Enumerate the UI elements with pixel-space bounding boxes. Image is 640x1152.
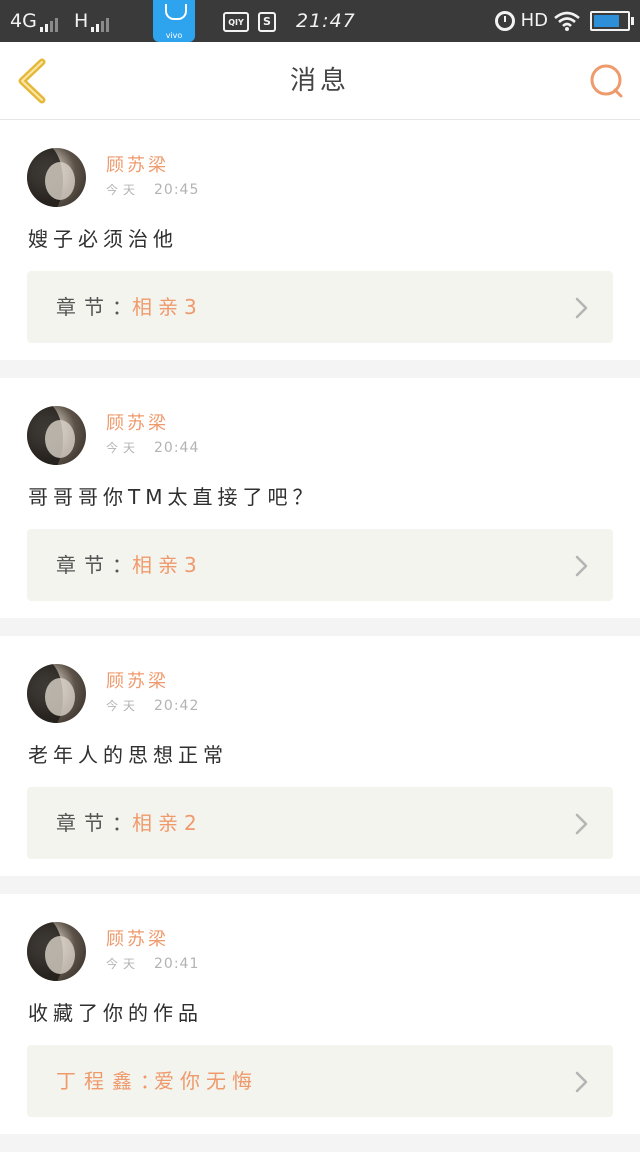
chapter-label: 章节： <box>56 811 140 835</box>
app-header: 消息 <box>0 42 640 120</box>
network-h-label: H <box>74 10 89 32</box>
chapter-label: 章节： <box>56 553 140 577</box>
chapter-label: 章节： <box>56 295 140 319</box>
message-time: 20:44 <box>154 440 200 456</box>
message-card: 顾苏梁 今天 20:45 嫂子必须治他 章节： 相亲3 <box>0 120 640 360</box>
search-button[interactable] <box>588 62 626 100</box>
message-time: 20:45 <box>154 182 200 198</box>
message-day: 今天 <box>106 183 141 197</box>
message-list: 顾苏梁 今天 20:45 嫂子必须治他 章节： 相亲3 顾苏梁 今天 20:44 哥… <box>0 120 640 1152</box>
network-h: H <box>74 10 110 32</box>
signal-bars-icon <box>39 16 58 32</box>
message-card: 顾苏梁 今天 20:41 收藏了你的作品 丁程鑫： 爱你无悔 <box>0 894 640 1134</box>
avatar[interactable] <box>27 922 86 981</box>
avatar[interactable] <box>27 406 86 465</box>
vivo-label: vivo <box>165 31 183 40</box>
comment-text: 嫂子必须治他 <box>28 227 178 251</box>
message-day: 今天 <box>106 957 141 971</box>
iqiyi-icon-label: QIY <box>228 18 244 27</box>
chevron-right-icon <box>575 297 588 319</box>
hd-label: HD <box>520 10 548 31</box>
iqiyi-notification-icon: QIY <box>223 12 249 32</box>
message-time: 20:42 <box>154 698 200 714</box>
network-4g: 4G <box>10 10 58 32</box>
message-timestamp: 今天 20:41 <box>106 954 199 974</box>
s-notification-icon: S <box>258 12 276 32</box>
search-icon <box>590 64 623 98</box>
s-icon-label: S <box>263 15 271 28</box>
chapter-link[interactable]: 章节： 相亲2 <box>27 787 613 859</box>
status-right: HD <box>494 8 634 34</box>
chevron-right-icon <box>575 1071 588 1093</box>
wifi-icon <box>554 11 580 31</box>
username[interactable]: 顾苏梁 <box>106 154 169 178</box>
chapter-name: 相亲3 <box>132 295 203 319</box>
chevron-right-icon <box>575 813 588 835</box>
vivo-store-icon: vivo <box>153 0 195 42</box>
comment-text: 老年人的思想正常 <box>28 743 228 767</box>
avatar[interactable] <box>27 148 86 207</box>
username[interactable]: 顾苏梁 <box>106 412 169 436</box>
message-time: 20:41 <box>154 956 200 972</box>
chapter-link[interactable]: 章节： 相亲3 <box>27 529 613 601</box>
message-timestamp: 今天 20:44 <box>106 438 199 458</box>
chapter-name: 相亲2 <box>132 811 203 835</box>
chapter-name: 相亲3 <box>132 553 203 577</box>
page-title: 消息 <box>289 66 350 96</box>
battery-icon <box>590 11 634 31</box>
chapter-link[interactable]: 章节： 相亲3 <box>27 271 613 343</box>
message-day: 今天 <box>106 441 141 455</box>
message-card: 顾苏梁 今天 20:44 哥哥哥你TM太直接了吧？ 章节： 相亲3 <box>0 378 640 618</box>
work-link[interactable]: 丁程鑫： 爱你无悔 <box>27 1045 613 1117</box>
message-day: 今天 <box>106 699 141 713</box>
message-timestamp: 今天 20:42 <box>106 696 199 716</box>
alarm-icon <box>494 11 515 31</box>
work-author: 丁程鑫： <box>56 1069 168 1093</box>
chevron-right-icon <box>575 555 588 577</box>
message-card: 顾苏梁 今天 20:42 老年人的思想正常 章节： 相亲2 <box>0 636 640 876</box>
message-timestamp: 今天 20:45 <box>106 180 199 200</box>
comment-text: 哥哥哥你TM太直接了吧？ <box>28 485 318 509</box>
username[interactable]: 顾苏梁 <box>106 670 169 694</box>
status-time: 21:47 <box>296 10 356 32</box>
username[interactable]: 顾苏梁 <box>106 928 169 952</box>
avatar[interactable] <box>27 664 86 723</box>
work-title: 爱你无悔 <box>154 1069 258 1093</box>
status-bar: 4G H vivo QIY S 21:47 HD <box>0 0 640 42</box>
network-4g-label: 4G <box>10 10 37 32</box>
signal-bars-icon <box>91 16 110 32</box>
comment-text: 收藏了你的作品 <box>28 1001 203 1025</box>
